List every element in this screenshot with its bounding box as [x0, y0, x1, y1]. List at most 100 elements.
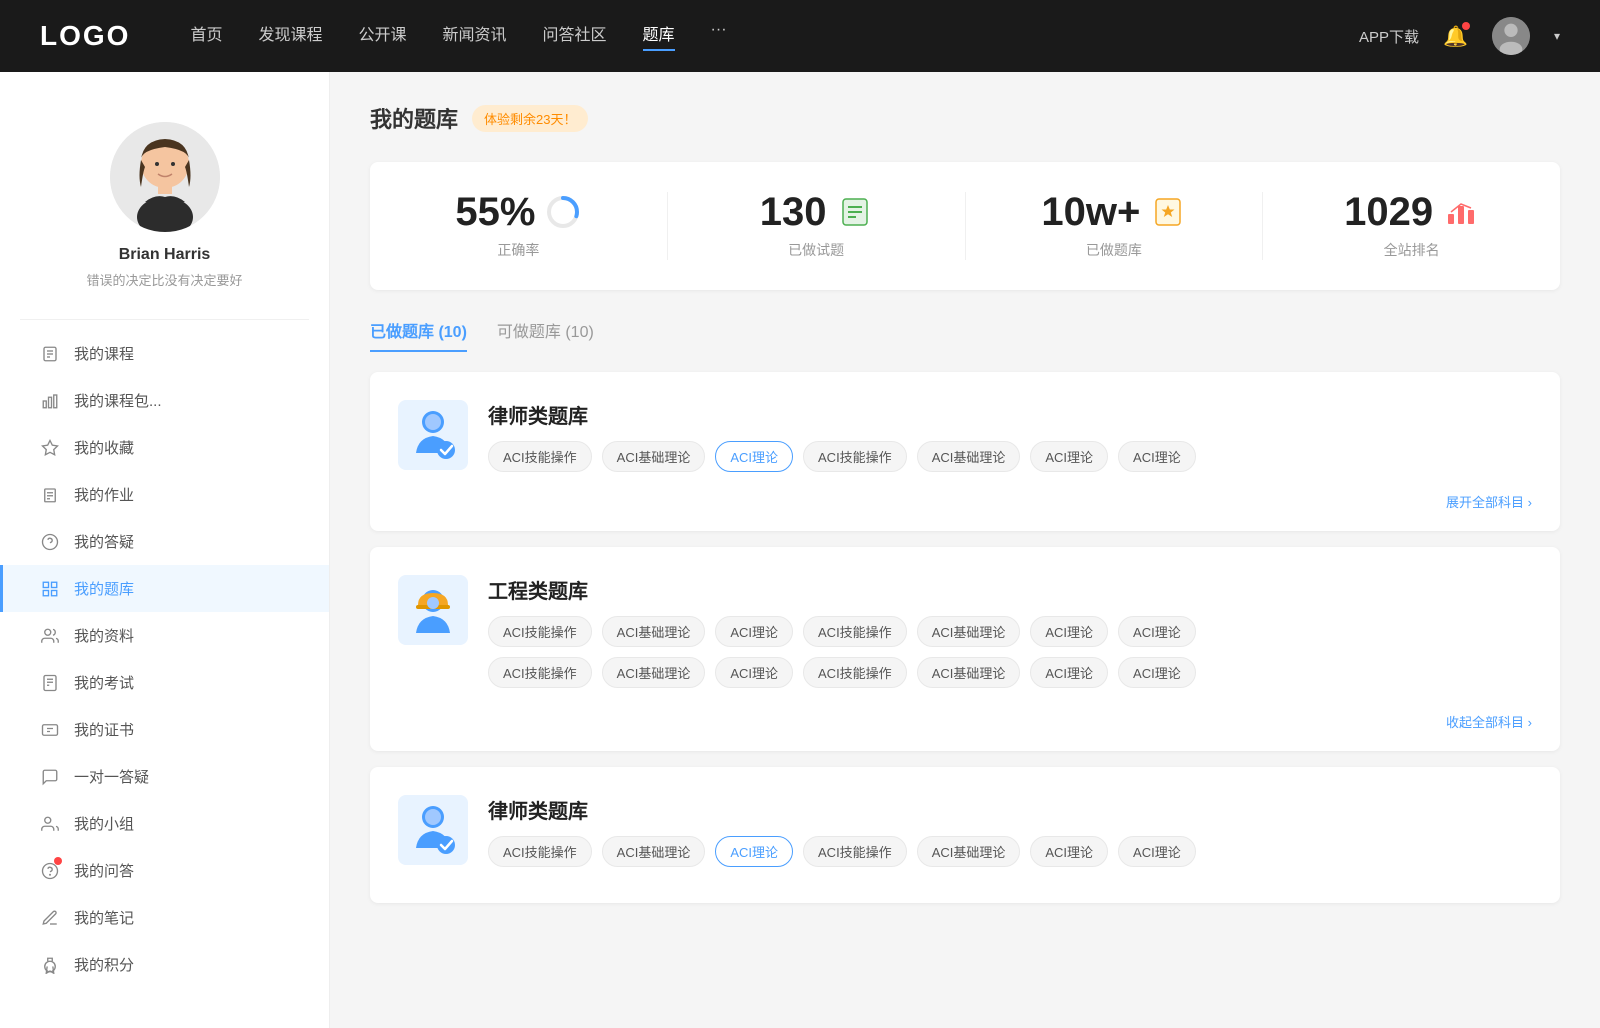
- qbank-tags-3: ACI技能操作 ACI基础理论 ACI理论 ACI技能操作 ACI基础理论 AC…: [488, 836, 1532, 867]
- tag-2-s5[interactable]: ACI理论: [1030, 657, 1108, 688]
- sidebar-item-my-courses-label: 我的课程: [74, 343, 134, 364]
- tag-2-s6[interactable]: ACI理论: [1118, 657, 1196, 688]
- medal-icon: [40, 955, 60, 975]
- tag-1-5[interactable]: ACI理论: [1030, 441, 1108, 472]
- cert-icon: [40, 720, 60, 740]
- stat-done-banks: 10w+ 已做题库: [966, 192, 1264, 260]
- sidebar-menu: 我的课程 我的课程包... 我的收藏 我的作业: [0, 320, 329, 998]
- sidebar-item-my-courses[interactable]: 我的课程: [0, 330, 329, 377]
- stat-rank-value: 1029: [1344, 192, 1433, 232]
- tag-1-4[interactable]: ACI基础理论: [917, 441, 1021, 472]
- sidebar-item-cert[interactable]: 我的证书: [0, 706, 329, 753]
- clipboard-icon: [40, 485, 60, 505]
- question-circle-icon: [40, 532, 60, 552]
- sidebar-item-favorites-label: 我的收藏: [74, 437, 134, 458]
- stat-accuracy-top: 55%: [390, 192, 647, 232]
- nav-link-qbank[interactable]: 题库: [643, 21, 675, 51]
- sidebar-item-profile-label: 我的资料: [74, 625, 134, 646]
- notification-dot: [1462, 22, 1470, 30]
- nav-link-more[interactable]: ···: [711, 21, 727, 51]
- tag-2-s4[interactable]: ACI基础理论: [917, 657, 1021, 688]
- tag-3-0[interactable]: ACI技能操作: [488, 836, 592, 867]
- qbank-name-1: 律师类题库: [488, 400, 1532, 429]
- notification-bell[interactable]: 🔔: [1443, 24, 1468, 49]
- user-dropdown-arrow[interactable]: ▾: [1554, 29, 1560, 43]
- stats-bar: 55% 正确率 130: [370, 162, 1560, 290]
- sidebar-item-favorites[interactable]: 我的收藏: [0, 424, 329, 471]
- tag-2-5[interactable]: ACI理论: [1030, 616, 1108, 647]
- navbar: LOGO 首页 发现课程 公开课 新闻资讯 问答社区 题库 ··· APP下载 …: [0, 0, 1600, 72]
- stat-done-questions-top: 130: [688, 192, 945, 232]
- tag-1-0[interactable]: ACI技能操作: [488, 441, 592, 472]
- nav-link-news[interactable]: 新闻资讯: [443, 21, 507, 51]
- tag-1-6[interactable]: ACI理论: [1118, 441, 1196, 472]
- nav-link-home[interactable]: 首页: [190, 21, 222, 51]
- nav-link-qa[interactable]: 问答社区: [543, 21, 607, 51]
- stat-accuracy: 55% 正确率: [370, 192, 668, 260]
- stat-done-banks-value: 10w+: [1041, 192, 1140, 232]
- sidebar-item-points[interactable]: 我的积分: [0, 941, 329, 988]
- tag-2-4[interactable]: ACI基础理论: [917, 616, 1021, 647]
- qbank-footer-1: 展开全部科目 ›: [398, 488, 1532, 511]
- sidebar-item-answers-label: 我的答疑: [74, 531, 134, 552]
- sidebar-item-1on1[interactable]: 一对一答疑: [0, 753, 329, 800]
- tag-2-s2[interactable]: ACI理论: [715, 657, 793, 688]
- sidebar-item-course-pkg-label: 我的课程包...: [74, 390, 162, 411]
- qbank-footer-2: 收起全部科目 ›: [398, 704, 1532, 731]
- tag-1-1[interactable]: ACI基础理论: [602, 441, 706, 472]
- tag-2-3[interactable]: ACI技能操作: [803, 616, 907, 647]
- tag-2-1[interactable]: ACI基础理论: [602, 616, 706, 647]
- user-avatar[interactable]: [1492, 17, 1530, 55]
- expand-link-1[interactable]: 展开全部科目 ›: [1446, 488, 1532, 511]
- tag-1-3[interactable]: ACI技能操作: [803, 441, 907, 472]
- tag-3-4[interactable]: ACI基础理论: [917, 836, 1021, 867]
- tab-available[interactable]: 可做题库 (10): [497, 318, 594, 352]
- bar-chart-small-icon: [40, 391, 60, 411]
- tag-2-6[interactable]: ACI理论: [1118, 616, 1196, 647]
- app-download-link[interactable]: APP下载: [1359, 26, 1419, 47]
- tab-done[interactable]: 已做题库 (10): [370, 318, 467, 352]
- sidebar-item-notes[interactable]: 我的笔记: [0, 894, 329, 941]
- profile-avatar: [110, 122, 220, 232]
- sidebar-item-group[interactable]: 我的小组: [0, 800, 329, 847]
- tag-3-2[interactable]: ACI理论: [715, 836, 793, 867]
- tag-2-2[interactable]: ACI理论: [715, 616, 793, 647]
- sidebar-item-answers[interactable]: 我的答疑: [0, 518, 329, 565]
- stat-done-banks-label: 已做题库: [986, 240, 1243, 260]
- tag-3-6[interactable]: ACI理论: [1118, 836, 1196, 867]
- qbank-header-1: 律师类题库 ACI技能操作 ACI基础理论 ACI理论 ACI技能操作 ACI基…: [398, 400, 1532, 472]
- page-title: 我的题库: [370, 102, 458, 134]
- tag-3-5[interactable]: ACI理论: [1030, 836, 1108, 867]
- sidebar-item-1on1-label: 一对一答疑: [74, 766, 149, 787]
- nav-link-discover[interactable]: 发现课程: [258, 21, 322, 51]
- tag-2-s0[interactable]: ACI技能操作: [488, 657, 592, 688]
- sidebar-item-points-label: 我的积分: [74, 954, 134, 975]
- sidebar-item-homework[interactable]: 我的作业: [0, 471, 329, 518]
- main-content: 我的题库 体验剩余23天！ 55% 正确率: [330, 72, 1600, 1028]
- group-icon: [40, 814, 60, 834]
- tag-2-s3[interactable]: ACI技能操作: [803, 657, 907, 688]
- tag-2-0[interactable]: ACI技能操作: [488, 616, 592, 647]
- donut-chart-icon: [545, 194, 581, 230]
- tag-2-s1[interactable]: ACI基础理论: [602, 657, 706, 688]
- sidebar-item-qbank[interactable]: 我的题库: [0, 565, 329, 612]
- sidebar-item-myqa[interactable]: 我的问答: [0, 847, 329, 894]
- sidebar-item-course-pkg[interactable]: 我的课程包...: [0, 377, 329, 424]
- collapse-link-2[interactable]: 收起全部科目 ›: [1446, 712, 1532, 731]
- profile-icon: [40, 626, 60, 646]
- tag-3-1[interactable]: ACI基础理论: [602, 836, 706, 867]
- qbank-header-2: 工程类题库 ACI技能操作 ACI基础理论 ACI理论 ACI技能操作 ACI基…: [398, 575, 1532, 688]
- sidebar-item-profile[interactable]: 我的资料: [0, 612, 329, 659]
- qbank-card-lawyer-1: 律师类题库 ACI技能操作 ACI基础理论 ACI理论 ACI技能操作 ACI基…: [370, 372, 1560, 531]
- pen-icon: [40, 908, 60, 928]
- nav-link-opencourse[interactable]: 公开课: [358, 21, 406, 51]
- ranking-bar-icon: [1443, 194, 1479, 230]
- main-layout: Brian Harris 错误的决定比没有决定要好 我的课程 我的课程包...: [0, 72, 1600, 1028]
- sidebar-item-exam[interactable]: 我的考试: [0, 659, 329, 706]
- nav-right: APP下载 🔔 ▾: [1359, 17, 1560, 55]
- tag-1-2[interactable]: ACI理论: [715, 441, 793, 472]
- star-icon: [40, 438, 60, 458]
- stat-done-banks-top: 10w+: [986, 192, 1243, 232]
- sidebar-item-notes-label: 我的笔记: [74, 907, 134, 928]
- tag-3-3[interactable]: ACI技能操作: [803, 836, 907, 867]
